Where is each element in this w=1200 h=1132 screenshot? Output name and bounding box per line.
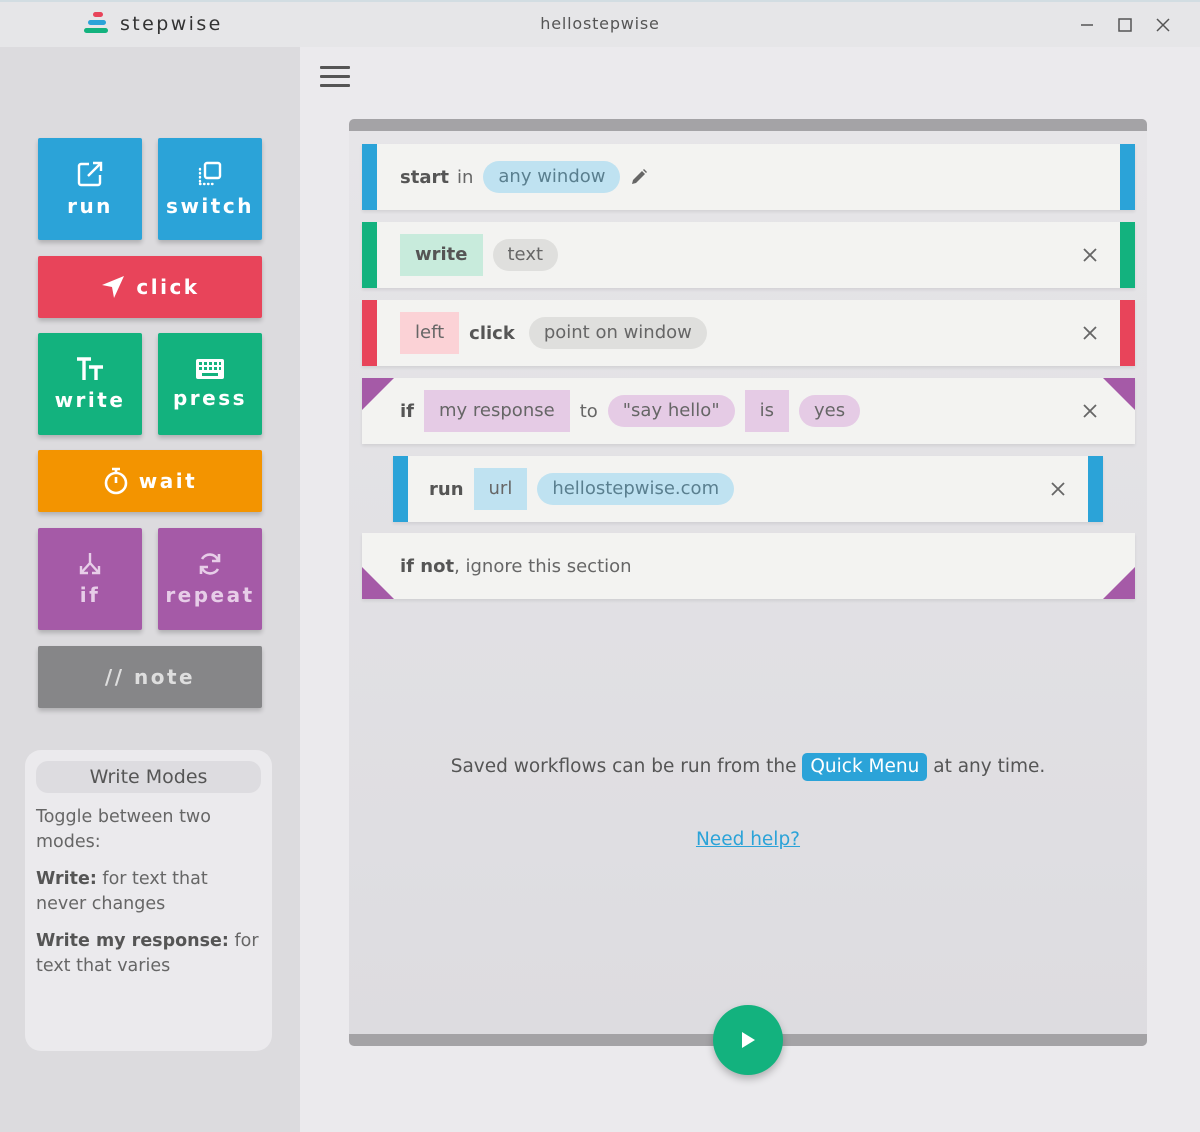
if-operator-box[interactable]: is <box>744 390 789 432</box>
mouse-button-toggle[interactable]: left <box>400 312 460 354</box>
note-tile-label: // note <box>104 665 196 689</box>
external-link-icon <box>77 161 103 187</box>
close-icon <box>1156 18 1170 32</box>
run-tile-label: run <box>67 194 113 218</box>
minimize-icon <box>1081 24 1093 26</box>
note-tile[interactable]: // note <box>38 646 262 708</box>
click-target-pill[interactable]: point on window <box>528 317 707 349</box>
write-mode-toggle[interactable]: write <box>400 234 483 276</box>
info-text-before: Saved workflows can be run from the <box>450 756 803 777</box>
write-tile-label: write <box>54 388 126 412</box>
click-tile[interactable]: click <box>38 256 262 318</box>
run-step[interactable]: run url hellostepwise.com <box>393 456 1103 522</box>
info-text-after: at any time. <box>927 756 1046 777</box>
run-url-pill[interactable]: hellostepwise.com <box>537 473 735 505</box>
play-icon <box>742 1032 755 1048</box>
window-controls <box>1068 12 1182 38</box>
click-keyword: click <box>469 322 515 344</box>
write-step[interactable]: write text <box>362 222 1135 288</box>
if-step[interactable]: if my response to "say hello" is yes <box>362 378 1135 444</box>
if-to-word: to <box>579 400 598 422</box>
if-corner-left <box>362 378 394 410</box>
click-step[interactable]: left click point on window <box>362 300 1135 366</box>
help-card-body: Toggle between two modes: Write: for tex… <box>36 805 261 979</box>
help-response-mode: Write my response: for text that varies <box>36 929 261 979</box>
close-window-button[interactable] <box>1144 12 1182 38</box>
run-workflow-button[interactable] <box>713 1005 783 1075</box>
minimize-button[interactable] <box>1068 12 1106 38</box>
start-step[interactable]: start in any window <box>362 144 1135 210</box>
help-write-mode: Write: for text that never changes <box>36 867 261 917</box>
close-icon[interactable] <box>1081 246 1099 264</box>
quick-menu-button[interactable]: Quick Menu <box>802 753 928 781</box>
if-value-pill[interactable]: yes <box>799 395 861 427</box>
switch-tile[interactable]: switch <box>158 138 262 240</box>
if-not-step[interactable]: if not, ignore this section <box>362 533 1135 599</box>
switch-tile-label: switch <box>166 194 254 218</box>
start-in-word: in <box>456 166 474 188</box>
click-tile-label: click <box>136 275 200 299</box>
title-bar: stepwise hellostepwise <box>0 0 1200 47</box>
wait-tile-label: wait <box>138 469 198 493</box>
hamburger-icon <box>320 66 350 69</box>
help-write-label: Write: <box>36 869 97 889</box>
write-text-pill[interactable]: text <box>492 239 559 271</box>
if-corner-right <box>1103 378 1135 410</box>
window-selector-pill[interactable]: any window <box>483 161 621 193</box>
help-card: Write Modes Toggle between two modes: Wr… <box>25 750 272 1051</box>
close-icon[interactable] <box>1081 402 1099 420</box>
pencil-icon[interactable] <box>630 168 648 186</box>
run-tile[interactable]: run <box>38 138 142 240</box>
wait-tile[interactable]: wait <box>38 450 262 512</box>
repeat-tile[interactable]: repeat <box>158 528 262 630</box>
stopwatch-icon <box>104 467 128 495</box>
if-not-text: , ignore this section <box>454 555 632 577</box>
help-card-title: Write Modes <box>36 761 261 793</box>
quick-menu-info: Saved workflows can be run from the Quic… <box>349 753 1147 781</box>
keyboard-icon <box>196 359 224 379</box>
write-tile[interactable]: write <box>38 333 142 435</box>
repeat-tile-label: repeat <box>165 583 255 607</box>
close-icon[interactable] <box>1081 324 1099 342</box>
if-not-keyword: if not <box>400 555 455 577</box>
maximize-button[interactable] <box>1106 12 1144 38</box>
window-title: hellostepwise <box>540 14 660 33</box>
maximize-icon <box>1118 18 1132 32</box>
if-not-corner-right <box>1103 567 1135 599</box>
refresh-icon <box>199 553 221 575</box>
if-prompt-pill[interactable]: "say hello" <box>607 395 735 427</box>
branch-icon <box>79 553 101 575</box>
pointer-arrow-icon <box>102 276 125 298</box>
if-variable-box[interactable]: my response <box>424 390 570 432</box>
press-tile-label: press <box>172 386 248 410</box>
if-tile-label: if <box>79 583 101 607</box>
run-type-box[interactable]: url <box>473 468 528 510</box>
help-response-label: Write my response: <box>36 931 229 951</box>
sidebar: run switch click write press wait if rep… <box>0 47 300 1132</box>
if-tile[interactable]: if <box>38 528 142 630</box>
need-help-link[interactable]: Need help? <box>349 829 1147 850</box>
start-keyword: start <box>400 166 449 188</box>
text-size-icon <box>77 357 103 380</box>
switch-window-icon <box>198 161 222 186</box>
close-icon[interactable] <box>1049 480 1067 498</box>
run-keyword: run <box>429 478 464 500</box>
if-not-corner-left <box>362 567 394 599</box>
help-intro: Toggle between two modes: <box>36 807 211 852</box>
press-tile[interactable]: press <box>158 333 262 435</box>
menu-button[interactable] <box>320 66 350 88</box>
if-keyword: if <box>400 400 415 422</box>
